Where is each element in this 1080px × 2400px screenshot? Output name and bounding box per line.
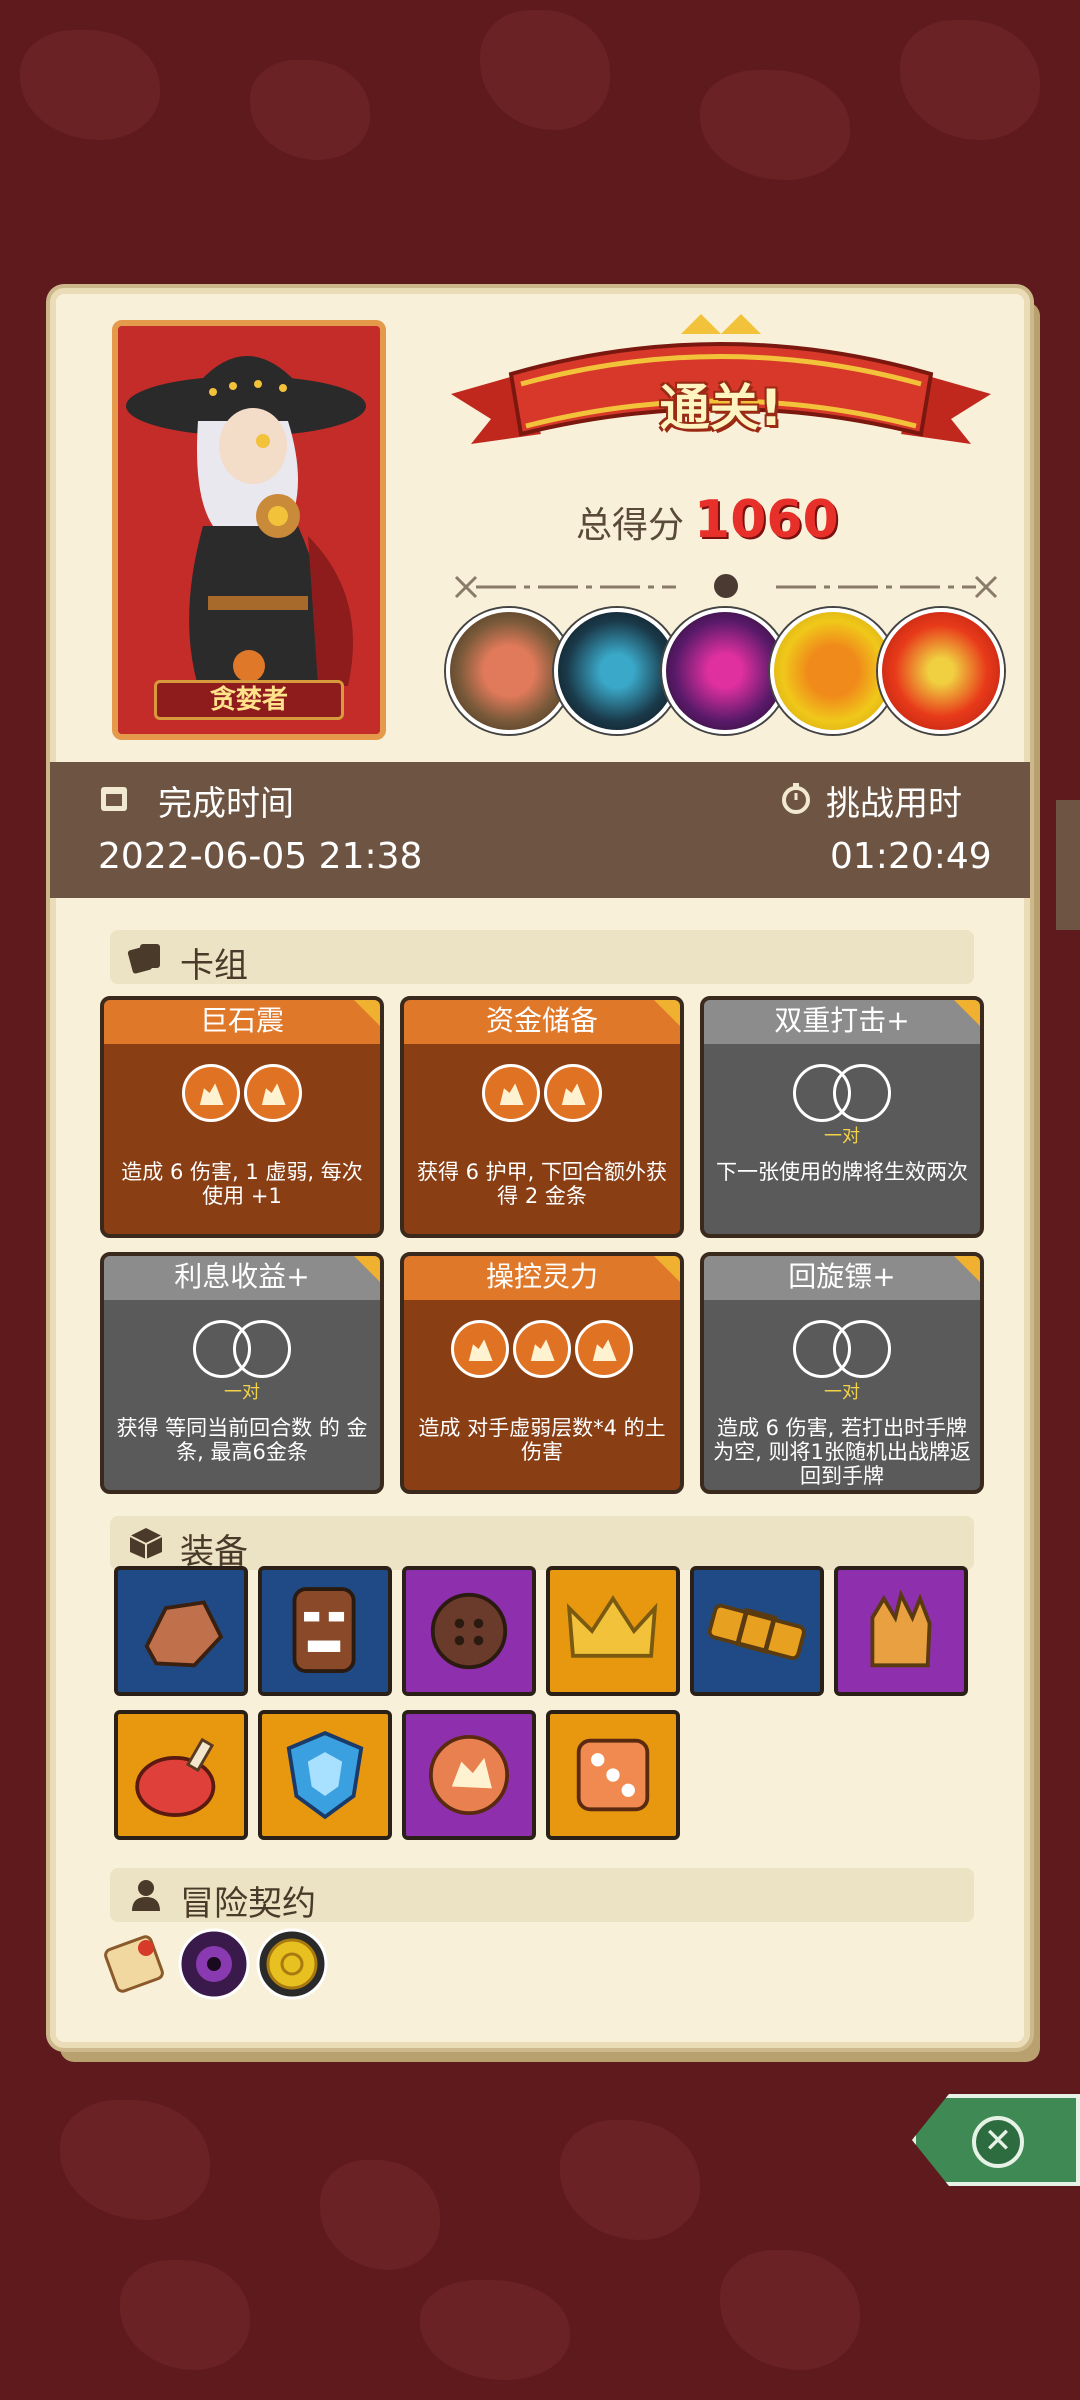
earth-orb-icon bbox=[451, 1320, 509, 1378]
card-title: 利息收益+ bbox=[104, 1256, 380, 1300]
finish-time-value: 2022-06-05 21:38 bbox=[98, 836, 423, 877]
earth-orb-icon bbox=[482, 1064, 540, 1122]
card-description: 获得 6 护甲, 下回合额外获得 2 金条 bbox=[416, 1160, 668, 1208]
contracts-section-header: 冒险契约 bbox=[110, 1868, 974, 1924]
earth-orb-icon bbox=[544, 1064, 602, 1122]
deck-card[interactable]: 利息收益+ 一对获得 等同当前回合数 的 金条, 最高6金条 bbox=[100, 1252, 384, 1494]
score-label: 总得分 bbox=[576, 505, 685, 546]
deck-card[interactable]: 双重打击+ 一对下一张使用的牌将生效两次 bbox=[700, 996, 984, 1238]
card-description: 获得 等同当前回合数 的 金条, 最高6金条 bbox=[116, 1416, 368, 1464]
skull-divider bbox=[454, 574, 998, 599]
calendar-icon bbox=[101, 787, 127, 811]
card-cost-orbs bbox=[104, 1320, 380, 1386]
finish-time-label: 完成时间 bbox=[158, 784, 294, 824]
card-cost-orbs bbox=[704, 1320, 980, 1386]
rock-icon[interactable] bbox=[114, 1566, 248, 1696]
tiki-mask-icon[interactable] bbox=[258, 1566, 392, 1696]
card-title: 操控灵力 bbox=[404, 1256, 680, 1300]
card-title: 巨石震 bbox=[104, 1000, 380, 1044]
ham-icon[interactable] bbox=[114, 1710, 248, 1840]
deck-card[interactable]: 回旋镖+ 一对造成 6 伤害, 若打出时手牌为空, 则将1张随机出战牌返回到手牌 bbox=[700, 1252, 984, 1494]
close-icon: ✕ bbox=[972, 2116, 1024, 2168]
victory-banner: 通关! bbox=[451, 314, 991, 474]
dice-icon[interactable] bbox=[546, 1710, 680, 1840]
shield-gem-icon[interactable] bbox=[258, 1710, 392, 1840]
deck-title: 卡组 bbox=[180, 946, 248, 986]
deck-card[interactable]: 巨石震造成 6 伤害, 1 虚弱, 每次使用 +1 bbox=[100, 996, 384, 1238]
character-illustration bbox=[118, 326, 380, 734]
glove-icon[interactable] bbox=[834, 1566, 968, 1696]
card-cost-orbs bbox=[104, 1064, 380, 1130]
button-icon[interactable] bbox=[402, 1566, 536, 1696]
box-icon bbox=[129, 1528, 163, 1559]
card-title: 资金储备 bbox=[404, 1000, 680, 1044]
boss-fire-demon-icon bbox=[878, 608, 1004, 734]
card-description: 造成 6 伤害, 若打出时手牌为空, 则将1张随机出战牌返回到手牌 bbox=[713, 1416, 971, 1488]
deck-card[interactable]: 资金储备获得 6 护甲, 下回合额外获得 2 金条 bbox=[400, 996, 684, 1238]
contracts-title: 冒险契约 bbox=[180, 1884, 316, 1924]
character-name: 贪婪者 bbox=[154, 680, 344, 720]
card-description: 下一张使用的牌将生效两次 bbox=[716, 1160, 968, 1184]
score-row: 总得分 1060 bbox=[576, 490, 839, 550]
scroll-icon[interactable] bbox=[96, 1926, 172, 2002]
earth-orb-icon bbox=[182, 1064, 240, 1122]
empty-slot-icon bbox=[833, 1320, 891, 1378]
earth-orb-icon bbox=[513, 1320, 571, 1378]
eye-seal-icon[interactable] bbox=[176, 1926, 252, 2002]
defeated-bosses bbox=[446, 608, 1006, 738]
deck-section-header: 卡组 bbox=[110, 930, 974, 986]
character-portrait: 贪婪者 bbox=[112, 320, 386, 740]
score-value: 1060 bbox=[694, 490, 839, 550]
side-tab bbox=[1056, 800, 1080, 930]
pair-label: 一对 bbox=[224, 1382, 260, 1403]
result-panel: 贪婪者 通关! 总得分 1060 完成时间 2022-06-05 21:38 挑… bbox=[50, 288, 1030, 2048]
card-title: 双重打击+ bbox=[704, 1000, 980, 1044]
gold-coin-icon[interactable] bbox=[254, 1926, 330, 2002]
empty-slot-icon bbox=[833, 1064, 891, 1122]
victory-title: 通关! bbox=[659, 379, 783, 437]
empty-slot-icon bbox=[233, 1320, 291, 1378]
card-title: 回旋镖+ bbox=[704, 1256, 980, 1300]
belt-icon[interactable] bbox=[690, 1566, 824, 1696]
pair-label: 一对 bbox=[824, 1382, 860, 1403]
card-cost-orbs bbox=[404, 1320, 680, 1386]
equipment-section-header: 装备 bbox=[110, 1516, 974, 1572]
challenge-time-label: 挑战用时 bbox=[826, 784, 962, 824]
card-cost-orbs bbox=[704, 1064, 980, 1130]
stone-orb-icon[interactable] bbox=[402, 1710, 536, 1840]
card-description: 造成 对手虚弱层数*4 的土伤害 bbox=[418, 1416, 666, 1464]
card-description: 造成 6 伤害, 1 虚弱, 每次使用 +1 bbox=[121, 1160, 363, 1208]
stopwatch-icon bbox=[782, 783, 810, 814]
card-cost-orbs bbox=[404, 1064, 680, 1130]
deck-card[interactable]: 操控灵力造成 对手虚弱层数*4 的土伤害 bbox=[400, 1252, 684, 1494]
challenge-time-value: 01:20:49 bbox=[830, 836, 992, 877]
time-strip: 完成时间 2022-06-05 21:38 挑战用时 01:20:49 bbox=[50, 762, 1030, 898]
person-icon bbox=[132, 1880, 160, 1911]
earth-orb-icon bbox=[244, 1064, 302, 1122]
crown-icon[interactable] bbox=[546, 1566, 680, 1696]
pair-label: 一对 bbox=[824, 1126, 860, 1147]
cards-icon bbox=[127, 944, 160, 974]
earth-orb-icon bbox=[575, 1320, 633, 1378]
